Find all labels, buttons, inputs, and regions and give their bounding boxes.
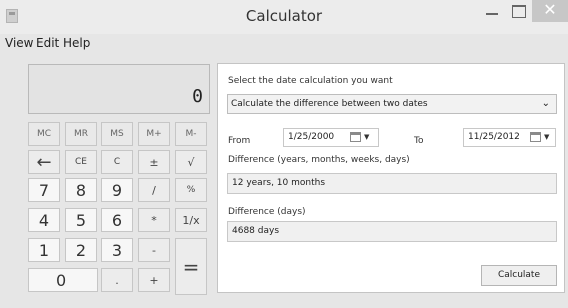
multiply-button[interactable]: * xyxy=(138,208,170,232)
reciprocal-button[interactable]: 1/x xyxy=(175,208,207,232)
calculator-display: 0 xyxy=(28,64,210,114)
calendar-icon xyxy=(350,132,361,142)
digit-0-button[interactable]: 0 xyxy=(28,268,98,292)
date-calc-mode-value: Calculate the difference between two dat… xyxy=(231,99,428,109)
difference-days-label: Difference (days) xyxy=(228,207,306,217)
menu-edit[interactable]: Edit xyxy=(36,36,59,50)
subtract-button[interactable]: - xyxy=(138,238,170,262)
digit-6-button[interactable]: 6 xyxy=(101,208,133,232)
divide-button[interactable]: / xyxy=(138,178,170,202)
equals-button[interactable]: = xyxy=(175,238,207,295)
date-calculation-panel: Select the date calculation you want Cal… xyxy=(217,63,565,293)
to-date-value: 11/25/2012 xyxy=(468,132,520,142)
clear-entry-button[interactable]: CE xyxy=(65,150,97,174)
calculate-button[interactable]: Calculate xyxy=(481,265,557,286)
m-plus-button[interactable]: M+ xyxy=(138,122,170,146)
caret-down-icon: ▼ xyxy=(364,133,370,141)
difference-ymwd-label: Difference (years, months, weeks, days) xyxy=(228,155,410,165)
caret-down-icon: ▼ xyxy=(544,133,550,141)
to-label: To xyxy=(414,136,424,146)
mr-button[interactable]: MR xyxy=(65,122,97,146)
from-date-value: 1/25/2000 xyxy=(288,132,335,142)
decimal-button[interactable]: . xyxy=(101,268,133,292)
digit-8-button[interactable]: 8 xyxy=(65,178,97,202)
date-calc-prompt: Select the date calculation you want xyxy=(228,76,393,86)
to-date-picker[interactable]: 11/25/2012 ▼ xyxy=(463,128,556,147)
add-button[interactable]: + xyxy=(138,268,170,292)
from-date-picker[interactable]: 1/25/2000 ▼ xyxy=(283,128,379,147)
sqrt-button[interactable]: √ xyxy=(175,150,207,174)
minimize-button[interactable] xyxy=(480,0,504,22)
menu-view[interactable]: View xyxy=(5,36,33,50)
close-button[interactable]: ✕ xyxy=(532,0,568,22)
digit-2-button[interactable]: 2 xyxy=(65,238,97,262)
menu-help[interactable]: Help xyxy=(63,36,90,50)
m-minus-button[interactable]: M- xyxy=(175,122,207,146)
maximize-button[interactable] xyxy=(506,0,530,22)
digit-1-button[interactable]: 1 xyxy=(28,238,60,262)
clear-button[interactable]: C xyxy=(101,150,133,174)
percent-button[interactable]: % xyxy=(175,178,207,202)
difference-ymwd-result: 12 years, 10 months xyxy=(227,173,557,194)
digit-3-button[interactable]: 3 xyxy=(101,238,133,262)
mc-button[interactable]: MC xyxy=(28,122,60,146)
title-bar: Calculator ✕ xyxy=(0,0,568,34)
backspace-button[interactable]: ← xyxy=(28,150,60,174)
digit-4-button[interactable]: 4 xyxy=(28,208,60,232)
chevron-down-icon: ⌄ xyxy=(541,98,550,109)
from-label: From xyxy=(228,136,251,146)
display-value: 0 xyxy=(192,86,203,107)
digit-7-button[interactable]: 7 xyxy=(28,178,60,202)
calendar-icon xyxy=(530,132,541,142)
ms-button[interactable]: MS xyxy=(101,122,133,146)
digit-9-button[interactable]: 9 xyxy=(101,178,133,202)
digit-5-button[interactable]: 5 xyxy=(65,208,97,232)
difference-days-result: 4688 days xyxy=(227,221,557,242)
negate-button[interactable]: ± xyxy=(138,150,170,174)
date-calc-mode-select[interactable]: Calculate the difference between two dat… xyxy=(227,94,557,114)
